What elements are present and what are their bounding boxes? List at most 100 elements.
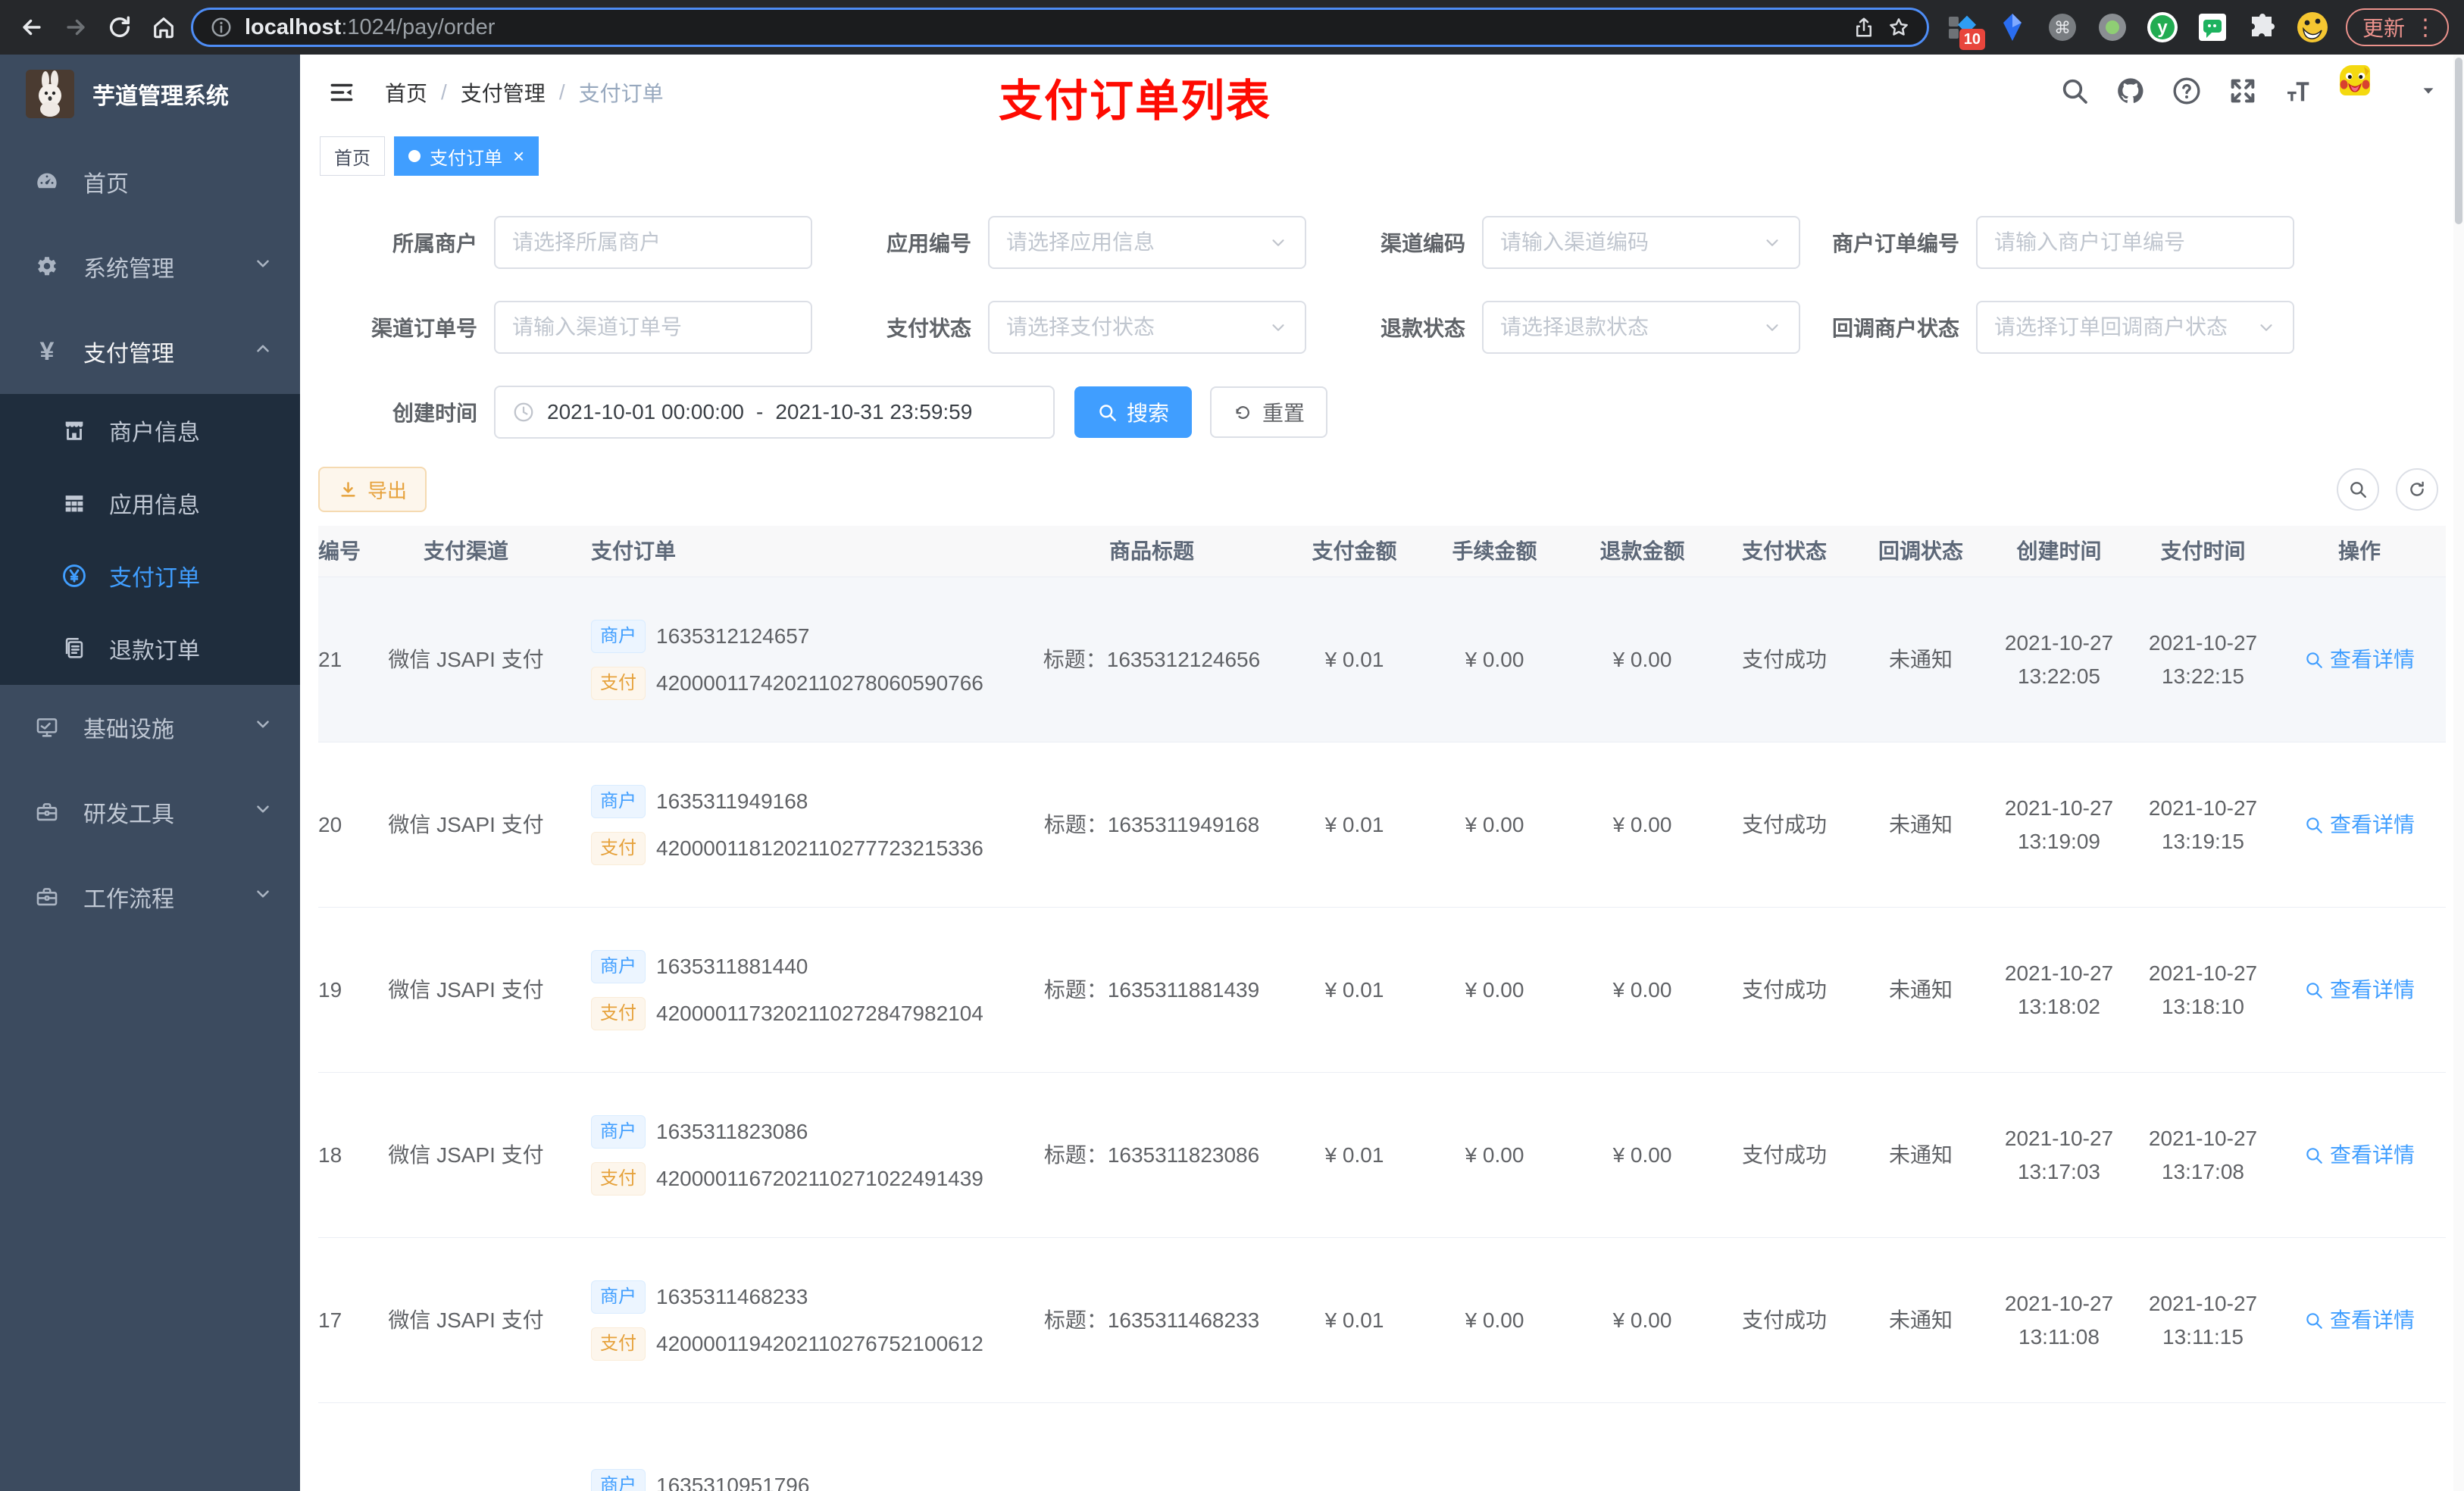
- extension-icon-emoji[interactable]: [2296, 11, 2329, 44]
- breadcrumb-separator: /: [441, 80, 447, 104]
- share-icon[interactable]: [1853, 16, 1875, 39]
- extension-icon-command[interactable]: ⌘: [2046, 11, 2079, 44]
- view-detail-link[interactable]: 查看详情: [2304, 808, 2415, 842]
- forward-icon[interactable]: [59, 11, 92, 44]
- reload-icon[interactable]: [103, 11, 136, 44]
- sidebar-item-merchant-info[interactable]: 商户信息: [0, 394, 300, 467]
- sidebar-item-workflow[interactable]: 工作流程: [0, 855, 300, 939]
- merchant-order-no: 1635311823086: [656, 1119, 808, 1143]
- toggle-search-button[interactable]: [2337, 468, 2379, 511]
- refresh-button[interactable]: [2396, 468, 2438, 511]
- col-header: 商品标题: [1108, 539, 1194, 563]
- page-scrollbar[interactable]: [2453, 55, 2464, 1491]
- home-icon[interactable]: [147, 11, 180, 44]
- filter-field: 渠道订单号: [318, 301, 812, 354]
- create-time-cell: 2021-10-27 13:19:09: [2004, 796, 2114, 853]
- sidebar-item-dev-tools[interactable]: 研发工具: [0, 770, 300, 855]
- bookmark-star-icon[interactable]: [1887, 16, 1910, 39]
- extension-icon-record[interactable]: [2096, 11, 2129, 44]
- col-header: 支付渠道: [423, 539, 508, 563]
- sidebar-item-pay-order[interactable]: 支付订单: [0, 539, 300, 612]
- col-header: 退款金额: [1599, 539, 1685, 563]
- sidebar-item-label: 支付订单: [109, 566, 200, 591]
- tab-home[interactable]: 首页: [320, 136, 385, 176]
- sidebar-item-label: 首页: [83, 172, 129, 197]
- url-text[interactable]: localhost:1024/pay/order: [245, 15, 1840, 40]
- browser-menu-icon[interactable]: ⋮: [2414, 14, 2437, 41]
- pay-order-cell: 商户 1635311468233 支付 42000011942021102767…: [561, 1280, 1015, 1361]
- fullscreen-icon[interactable]: [2228, 76, 2258, 110]
- user-menu-caret-icon[interactable]: [2420, 83, 2437, 103]
- breadcrumb-payment[interactable]: 支付管理: [461, 77, 546, 108]
- reset-button[interactable]: 重置: [1210, 386, 1328, 438]
- table-row: 19 微信 JSAPI 支付 商户 1635311881440 支付 42000…: [318, 908, 2446, 1073]
- chevron-down-icon: [1268, 233, 1288, 252]
- yen-icon: ¥: [39, 337, 55, 366]
- sidebar-item-payment[interactable]: ¥ 支付管理: [0, 309, 300, 394]
- sidebar-item-app-info[interactable]: 应用信息: [0, 467, 300, 539]
- orders-table: 编号 支付渠道 支付订单 商品标题 支付金额 手续金额 退款金额 支付状态 回调…: [318, 526, 2446, 1491]
- action-cell: 查看详情: [2277, 808, 2442, 842]
- extension-icon-pin[interactable]: [1996, 11, 2029, 44]
- site-info-icon[interactable]: [210, 16, 233, 39]
- extensions-puzzle-icon[interactable]: [2246, 11, 2279, 44]
- filter-input[interactable]: [1006, 230, 1259, 255]
- date-range-input[interactable]: 2021-10-01 00:00:00 - 2021-10-31 23:59:5…: [494, 386, 1055, 439]
- order-id: 17: [318, 1308, 342, 1332]
- extension-badge: 10: [1959, 29, 1985, 50]
- tab-pay-order[interactable]: 支付订单 ×: [394, 136, 539, 176]
- pay-tag: 支付: [591, 996, 646, 1030]
- pay-time-cell: 2021-10-27 13:18:10: [2148, 961, 2258, 1018]
- filter-input[interactable]: [1006, 315, 1259, 339]
- filter-field: 回调商户状态: [1800, 301, 2294, 354]
- export-button[interactable]: 导出: [318, 467, 427, 512]
- order-id: 21: [318, 647, 342, 671]
- pay-order-no: 4200001167202110271022491439: [656, 1166, 983, 1190]
- back-icon[interactable]: [15, 11, 48, 44]
- filter-input[interactable]: [1500, 230, 1753, 255]
- breadcrumb: 首页 / 支付管理 / 支付订单: [385, 77, 664, 108]
- table-body: 21 微信 JSAPI 支付 商户 1635312124657 支付 42000…: [318, 577, 2446, 1491]
- pay-order-no: 4200001194202110276752100612: [656, 1331, 983, 1355]
- chevron-down-icon: [2256, 317, 2276, 337]
- filter-input[interactable]: [512, 315, 794, 339]
- filter-label: 回调商户状态: [1831, 317, 1959, 340]
- search-button[interactable]: 搜索: [1074, 386, 1193, 438]
- filter-input[interactable]: [1500, 315, 1753, 339]
- search-icon[interactable]: [2059, 76, 2090, 110]
- view-detail-link[interactable]: 查看详情: [2304, 643, 2415, 677]
- close-icon[interactable]: ×: [513, 146, 524, 166]
- help-icon[interactable]: [2172, 76, 2202, 110]
- user-avatar[interactable]: [2340, 65, 2394, 120]
- sidebar-collapse-icon[interactable]: [324, 75, 359, 110]
- product-title: 标题：1635311468233: [1043, 1308, 1260, 1332]
- svg-text:y: y: [2157, 17, 2168, 38]
- view-detail-link[interactable]: 查看详情: [2304, 1139, 2415, 1172]
- font-size-icon[interactable]: [2284, 76, 2314, 110]
- view-detail-link[interactable]: 查看详情: [2304, 1304, 2415, 1337]
- col-header: 手续金额: [1452, 539, 1537, 563]
- yen-circle-icon: [61, 563, 88, 589]
- sidebar-item-infra[interactable]: 基础设施: [0, 685, 300, 770]
- extension-icon-chat[interactable]: [2196, 11, 2229, 44]
- scrollbar-thumb[interactable]: [2455, 58, 2462, 224]
- col-header: 支付状态: [1741, 539, 1827, 563]
- extension-icon-grid[interactable]: 10: [1946, 11, 1985, 50]
- extension-icon-y[interactable]: y: [2146, 11, 2179, 44]
- sidebar: 芋道管理系统 首页 系统管理 ¥ 支付管理 商户信息 应用信息 支付订单 退款订…: [0, 55, 300, 1491]
- sidebar-item-refund-order[interactable]: 退款订单: [0, 612, 300, 685]
- sidebar-item-home[interactable]: 首页: [0, 139, 300, 224]
- view-detail-link[interactable]: 查看详情: [2304, 974, 2415, 1007]
- address-bar[interactable]: localhost:1024/pay/order: [191, 8, 1929, 47]
- refund-amount: ¥ 0.00: [1612, 977, 1672, 1002]
- breadcrumb-home[interactable]: 首页: [385, 77, 427, 108]
- app-logo-row[interactable]: 芋道管理系统: [0, 55, 300, 133]
- filter-field: 支付状态: [812, 301, 1306, 354]
- browser-update-button[interactable]: 更新 ⋮: [2345, 8, 2449, 46]
- pay-order-cell: 商户 1635311881440 支付 42000011732021102728…: [561, 949, 1015, 1030]
- sidebar-item-system[interactable]: 系统管理: [0, 224, 300, 309]
- github-icon[interactable]: [2115, 76, 2146, 110]
- filter-input[interactable]: [512, 230, 794, 255]
- filter-input[interactable]: [1994, 230, 2276, 255]
- filter-input[interactable]: [1994, 315, 2247, 339]
